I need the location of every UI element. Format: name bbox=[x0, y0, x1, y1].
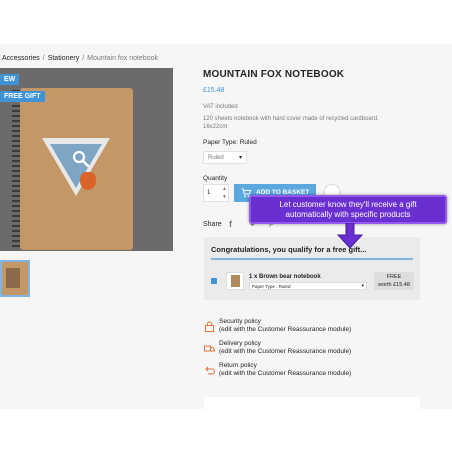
reassurance-title: Security policy bbox=[219, 318, 261, 325]
zoom-icon[interactable] bbox=[72, 150, 90, 168]
quantity-stepper[interactable]: 1 ▲ ▼ bbox=[203, 184, 229, 202]
reassurance-subtitle: (edit with the Customer Reassurance modu… bbox=[219, 326, 352, 333]
gift-thumbnail-image bbox=[231, 275, 240, 287]
product-title: MOUNTAIN FOX NOTEBOOK bbox=[203, 69, 345, 80]
gift-option-value: Paper Type : Ruled bbox=[252, 284, 291, 289]
annotation-callout: Let customer know they'll receive a gift… bbox=[249, 195, 447, 224]
facebook-icon[interactable]: f bbox=[229, 219, 232, 229]
breadcrumb-separator: / bbox=[42, 55, 45, 62]
reassurance-title: Return policy bbox=[219, 362, 257, 369]
callout-line-1: Let customer know they'll receive a gift bbox=[279, 200, 417, 209]
truck-icon bbox=[204, 345, 215, 352]
reassurance-return: Return policy (edit with the Customer Re… bbox=[204, 362, 404, 384]
free-gift-panel: Congratulations, you qualify for a free … bbox=[204, 237, 420, 300]
gift-checkbox[interactable] bbox=[211, 278, 217, 284]
reassurance-delivery: Delivery policy (edit with the Customer … bbox=[204, 340, 404, 362]
reassurance-subtitle: (edit with the Customer Reassurance modu… bbox=[219, 370, 352, 377]
product-thumbnail[interactable] bbox=[0, 260, 30, 297]
gift-item-thumbnail bbox=[226, 272, 244, 290]
header-area bbox=[0, 0, 452, 44]
gift-item-name: 1 x Brown bear notebook bbox=[249, 274, 321, 280]
tabs-card bbox=[204, 397, 420, 409]
breadcrumb: Accessories / Stationery / Mountain fox note… bbox=[2, 55, 158, 62]
paper-type-value: Ruled bbox=[208, 155, 224, 161]
cover-fox bbox=[80, 172, 96, 190]
chevron-down-icon[interactable]: ▼ bbox=[222, 194, 227, 200]
notebook-spiral bbox=[12, 90, 20, 248]
arrow-down-icon bbox=[336, 223, 364, 249]
quantity-label: Quantity bbox=[203, 175, 228, 182]
quantity-value: 1 bbox=[207, 190, 211, 196]
callout-line-2: automatically with specific products bbox=[285, 210, 411, 219]
caret-down-icon: ▾ bbox=[361, 283, 364, 289]
paper-type-label: Paper Type: Ruled bbox=[203, 139, 257, 146]
gift-free-badge: FREE worth £15.48 bbox=[374, 272, 414, 290]
reassurance-title: Delivery policy bbox=[219, 340, 261, 347]
gift-free-label: FREE bbox=[386, 274, 402, 280]
product-description: 120 sheets notebook with hard cover made… bbox=[203, 116, 379, 130]
product-price: £15.48 bbox=[203, 87, 225, 94]
reassurance-subtitle: (edit with the Customer Reassurance modu… bbox=[219, 348, 352, 355]
breadcrumb-item-accessories[interactable]: Accessories bbox=[2, 55, 40, 62]
chevron-up-icon[interactable]: ▲ bbox=[222, 186, 227, 192]
gift-option-select[interactable]: Paper Type : Ruled ▾ bbox=[249, 282, 367, 290]
new-badge: EW bbox=[0, 74, 20, 85]
share-label: Share bbox=[203, 221, 222, 228]
free-gift-badge: FREE GIFT bbox=[0, 91, 45, 102]
thumbnail-image bbox=[6, 268, 20, 288]
return-icon bbox=[205, 366, 215, 375]
paper-type-select[interactable]: Ruled ▾ bbox=[203, 151, 247, 164]
footer-area bbox=[0, 409, 452, 452]
reassurance-security: Security policy (edit with the Customer … bbox=[204, 318, 404, 340]
breadcrumb-current: Mountain fox notebook bbox=[87, 55, 158, 62]
gift-panel-divider bbox=[211, 258, 413, 260]
breadcrumb-separator: / bbox=[82, 55, 85, 62]
caret-down-icon: ▾ bbox=[238, 155, 242, 161]
gift-item-row: 1 x Brown bear notebook Paper Type : Rul… bbox=[211, 270, 414, 292]
gift-worth-label: worth £15.48 bbox=[378, 282, 410, 288]
vat-note: VAT included bbox=[203, 104, 238, 110]
shield-icon bbox=[205, 321, 214, 332]
breadcrumb-item-stationery[interactable]: Stationery bbox=[48, 55, 80, 62]
